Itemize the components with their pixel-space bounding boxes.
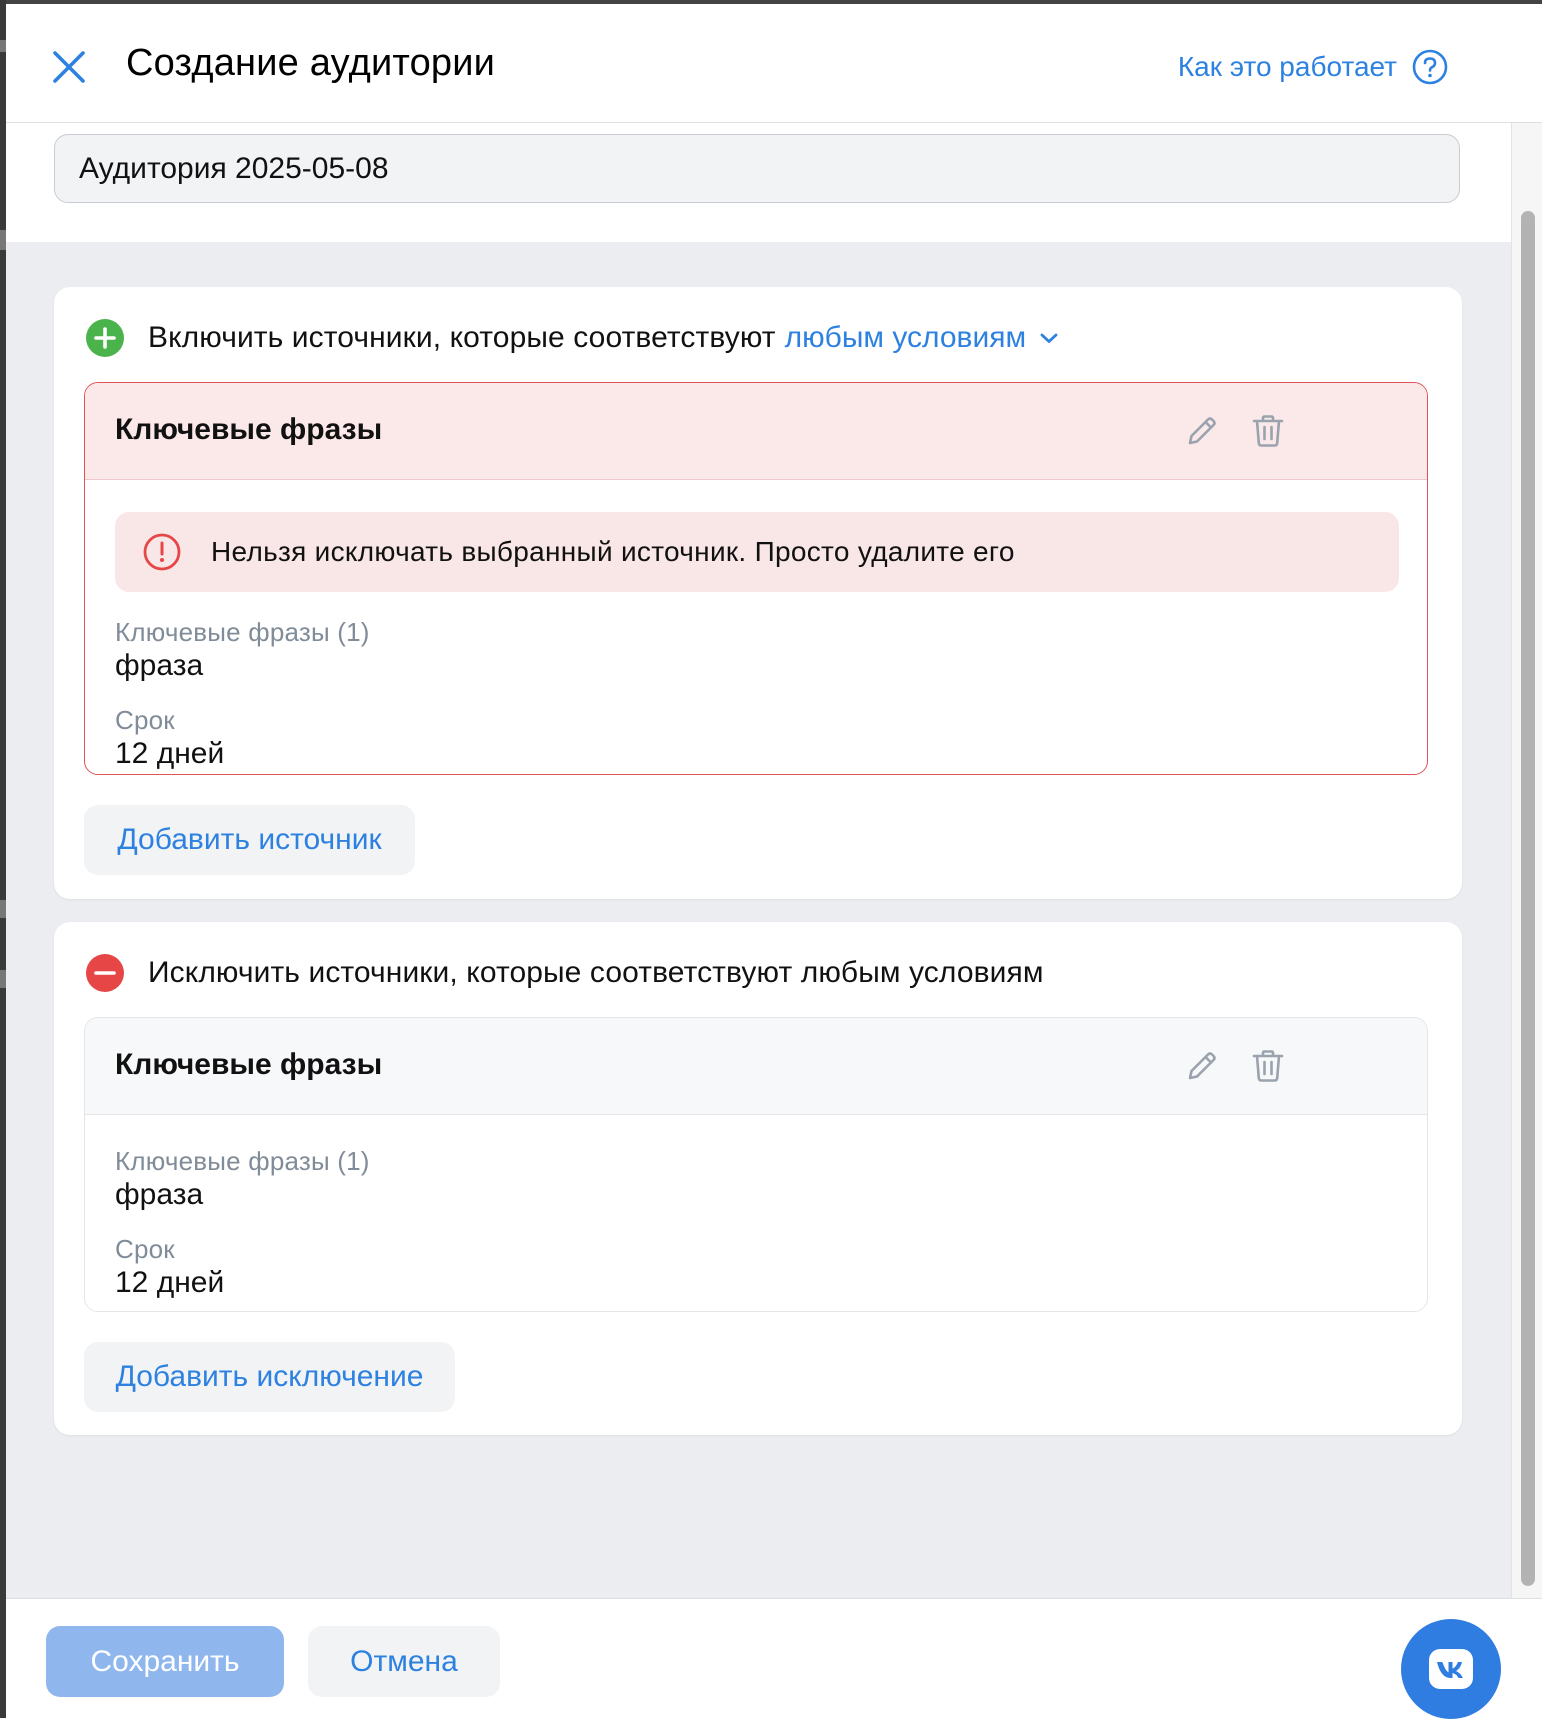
error-message: Нельзя исключать выбранный источник. Про…: [115, 512, 1399, 592]
include-sources-card: Включить источники, которые соответствую…: [54, 287, 1462, 899]
keywords-label: Ключевые фразы (1): [115, 617, 370, 647]
audience-name-section: [6, 123, 1512, 242]
modal-header: Создание аудитории Как это работает: [6, 4, 1542, 123]
vk-chat-button[interactable]: [1401, 1619, 1501, 1719]
period-label: Срок: [115, 1234, 175, 1264]
pencil-icon: [1188, 417, 1216, 445]
question-circle-icon: [1412, 49, 1448, 85]
add-exclusion-button[interactable]: Добавить исключение: [84, 1342, 455, 1412]
trash-icon: [1252, 415, 1284, 447]
page-title: Создание аудитории: [126, 42, 496, 84]
audience-name-input[interactable]: [54, 134, 1460, 203]
exclude-source-keywords: Ключевые фразы Ключевые фразы (1) фраза …: [84, 1017, 1428, 1312]
scrollbar[interactable]: [1511, 123, 1542, 1598]
delete-source-button[interactable]: [1249, 412, 1287, 450]
exclamation-circle-icon: [143, 533, 181, 571]
source-title: Ключевые фразы: [115, 1048, 383, 1081]
modal-footer: Сохранить Отмена: [6, 1598, 1542, 1719]
chevron-down-icon: [1040, 333, 1058, 343]
modal-content[interactable]: Включить источники, которые соответствую…: [6, 123, 1542, 1598]
delete-exclusion-button[interactable]: [1249, 1047, 1287, 1085]
exclude-header: Исключить источники, которые соответству…: [84, 952, 1044, 994]
pencil-icon: [1188, 1052, 1216, 1080]
include-source-keywords: Ключевые фразы Нельзя исключать выбранны…: [84, 382, 1428, 775]
plus-circle-icon: [86, 319, 124, 357]
how-it-works-link[interactable]: Как это работает: [1178, 48, 1449, 86]
exclude-header-text: Исключить источники, которые соответству…: [148, 956, 1044, 989]
source-title: Ключевые фразы: [115, 413, 383, 446]
create-audience-modal: Создание аудитории Как это работает Ауди…: [6, 4, 1542, 1719]
conditions-area: Включить источники, которые соответствую…: [6, 242, 1512, 1598]
save-button[interactable]: Сохранить: [46, 1626, 284, 1697]
keywords-value: фраза: [115, 649, 204, 682]
source-header: Ключевые фразы: [85, 1018, 1427, 1115]
exclude-sources-card: Исключить источники, которые соответству…: [54, 922, 1462, 1435]
edit-source-button[interactable]: [1183, 412, 1221, 450]
scrollbar-thumb[interactable]: [1521, 211, 1535, 1586]
edit-exclusion-button[interactable]: [1183, 1047, 1221, 1085]
minus-circle-icon: [86, 954, 124, 992]
add-source-button[interactable]: Добавить источник: [84, 805, 415, 875]
condition-dropdown-label: любым условиям: [784, 321, 1027, 354]
source-header: Ключевые фразы: [85, 383, 1427, 480]
how-it-works-label: Как это работает: [1177, 51, 1397, 82]
keywords-label: Ключевые фразы (1): [115, 1146, 370, 1176]
vk-logo-icon: [1429, 1649, 1473, 1689]
error-text: Нельзя исключать выбранный источник. Про…: [211, 536, 1015, 567]
trash-icon: [1252, 1050, 1284, 1082]
period-value: 12 дней: [115, 737, 225, 770]
close-button[interactable]: [46, 44, 92, 90]
condition-dropdown[interactable]: любым условиям: [785, 321, 1062, 355]
period-label: Срок: [115, 705, 175, 735]
cancel-button[interactable]: Отмена: [308, 1626, 500, 1697]
period-value: 12 дней: [115, 1266, 225, 1299]
include-header: Включить источники, которые соответствую…: [84, 317, 1062, 359]
keywords-value: фраза: [115, 1178, 204, 1211]
include-header-text: Включить источники, которые соответствую…: [148, 321, 776, 354]
close-icon: [53, 51, 85, 83]
